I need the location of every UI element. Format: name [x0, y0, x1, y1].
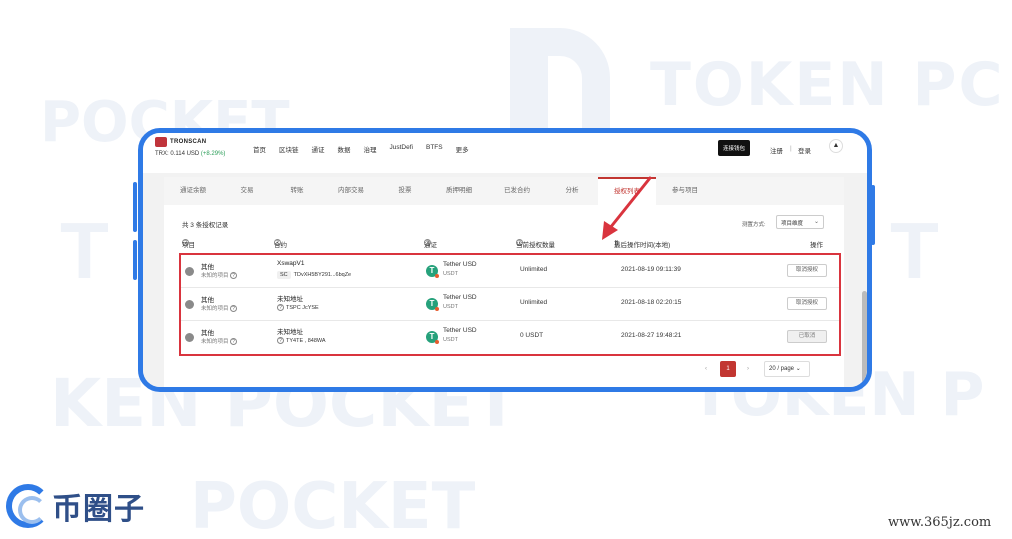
- brand-name: 币圈子: [52, 492, 145, 527]
- annotation-arrow-icon: [602, 176, 652, 240]
- site-url: www.365jz.com: [888, 515, 992, 530]
- brand-ring-icon: [6, 484, 50, 528]
- brand-logo: 币圈子: [6, 484, 145, 528]
- screenshot-stage: TOKEN PC POCKET T T KEN POCKET TOKEN P P…: [0, 0, 1012, 539]
